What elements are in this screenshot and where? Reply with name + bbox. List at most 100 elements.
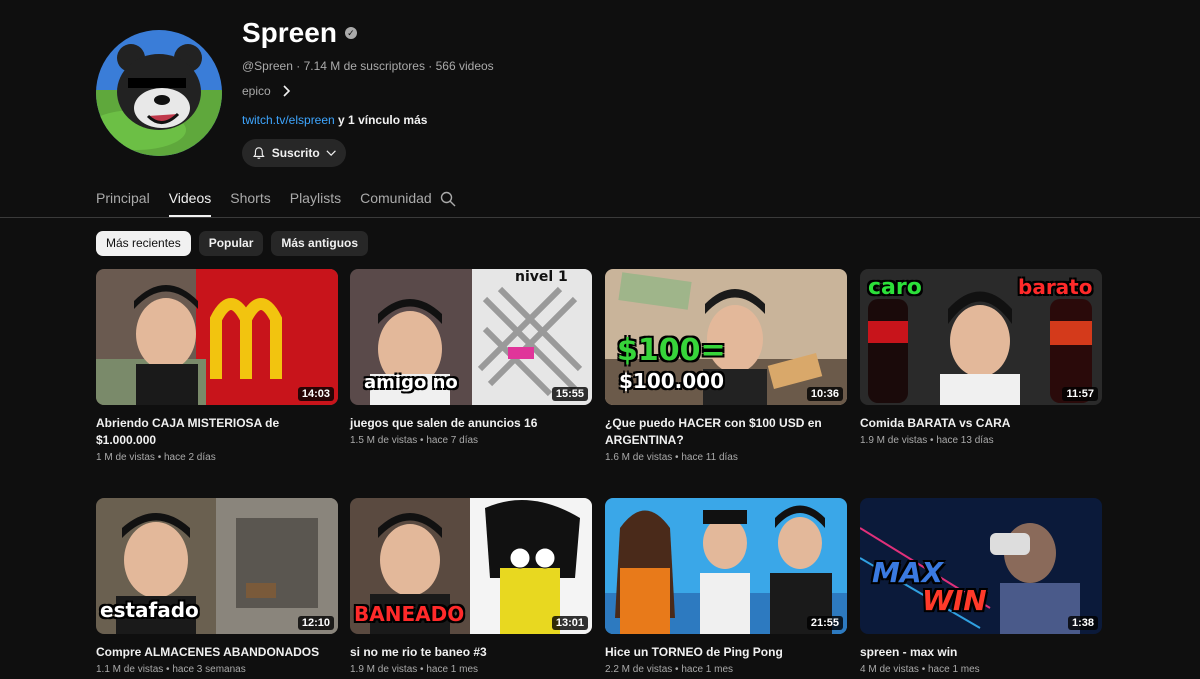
tab-shorts[interactable]: Shorts <box>230 188 270 218</box>
video-title[interactable]: Hice un TORNEO de Ping Pong <box>605 644 847 661</box>
video-views: 1.5 M de vistas <box>350 435 418 446</box>
video-duration: 12:10 <box>297 616 334 630</box>
twitch-link[interactable]: twitch.tv/elspreen <box>242 113 335 127</box>
channel-avatar[interactable] <box>96 30 222 156</box>
chip-popular[interactable]: Popular <box>198 231 264 256</box>
search-icon[interactable] <box>440 191 456 207</box>
video-card[interactable]: MAX WIN 1:38 spreen - max win 4 M de vis… <box>860 498 1102 675</box>
chip-most-recent[interactable]: Más recientes <box>96 231 191 256</box>
channel-handle: @Spreen <box>242 59 293 73</box>
meta-separator: • <box>417 664 427 675</box>
video-age: hace 1 mes <box>927 664 980 675</box>
video-meta: 2.2 M de vistas • hace 1 mes <box>605 664 847 675</box>
video-thumbnail[interactable]: amigo no nivel 1 15:55 <box>350 269 592 405</box>
video-meta: 1.1 M de vistas • hace 3 semanas <box>96 664 338 675</box>
chip-oldest[interactable]: Más antiguos <box>271 231 369 256</box>
tab-principal[interactable]: Principal <box>96 188 150 218</box>
video-title[interactable]: spreen - max win <box>860 644 1102 661</box>
video-card[interactable]: amigo no nivel 1 15:55 juegos que salen … <box>350 269 592 446</box>
video-card[interactable]: BANEADO 13:01 si no me rio te baneo #3 1… <box>350 498 592 675</box>
video-views: 1 M de vistas <box>96 452 155 463</box>
meta-separator: · <box>292 59 304 73</box>
video-meta: 1.9 M de vistas • hace 1 mes <box>350 664 592 675</box>
meta-separator: • <box>672 452 682 463</box>
video-age: hace 11 días <box>681 452 738 463</box>
video-thumbnail[interactable]: $100= $100.000 10:36 <box>605 269 847 405</box>
thumbnail-text: BANEADO <box>354 602 465 626</box>
tab-comunidad[interactable]: Comunidad <box>360 188 432 218</box>
video-age: hace 1 mes <box>426 664 479 675</box>
video-thumbnail[interactable]: 21:55 <box>605 498 847 634</box>
video-title[interactable]: Abriendo CAJA MISTERIOSA de $1.000.000 <box>96 415 338 449</box>
video-card[interactable]: estafado 12:10 Compre ALMACENES ABANDONA… <box>96 498 338 675</box>
video-thumbnail[interactable]: BANEADO 13:01 <box>350 498 592 634</box>
tab-videos[interactable]: Videos <box>168 188 211 218</box>
video-meta: 1 M de vistas • hace 2 días <box>96 452 338 463</box>
video-views: 1.1 M de vistas <box>96 664 164 675</box>
tabs-divider <box>0 217 1200 218</box>
subscribed-label: Suscrito <box>271 146 320 160</box>
meta-separator: · <box>424 59 436 73</box>
video-title[interactable]: juegos que salen de anuncios 16 <box>350 415 592 432</box>
thumbnail-text: $100.000 <box>619 369 725 393</box>
channel-tabs: Principal Videos Shorts Playlists Comuni… <box>96 188 451 218</box>
video-title[interactable]: ¿Que puedo HACER con $100 USD en ARGENTI… <box>605 415 847 449</box>
meta-separator: • <box>672 664 682 675</box>
video-age: hace 2 días <box>163 452 216 463</box>
subscriber-count: 7.14 M de suscriptores <box>303 59 425 73</box>
video-views: 4 M de vistas <box>860 664 919 675</box>
video-age: hace 1 mes <box>681 664 734 675</box>
video-duration: 11:57 <box>1062 387 1098 401</box>
meta-separator: • <box>927 435 937 446</box>
video-title[interactable]: Comida BARATA vs CARA <box>860 415 1102 432</box>
sort-chips: Más recientes Popular Más antiguos <box>96 231 369 256</box>
channel-meta: @Spreen · 7.14 M de suscriptores · 566 v… <box>242 59 494 73</box>
thumbnail-text: $100= <box>617 333 726 368</box>
video-duration: 10:36 <box>806 387 843 401</box>
channel-description-text: epico <box>242 84 271 98</box>
thumbnail-text: nivel 1 <box>515 269 568 285</box>
video-card[interactable]: $100= $100.000 10:36 ¿Que puedo HACER co… <box>605 269 847 463</box>
tab-playlists[interactable]: Playlists <box>290 188 341 218</box>
meta-separator: • <box>417 435 427 446</box>
video-duration: 13:01 <box>551 616 588 630</box>
video-views: 1.9 M de vistas <box>350 664 418 675</box>
more-links[interactable]: y 1 vínculo más <box>335 113 427 127</box>
meta-separator: • <box>918 664 928 675</box>
video-age: hace 13 días <box>936 435 994 446</box>
video-title[interactable]: si no me rio te baneo #3 <box>350 644 592 661</box>
video-duration: 1:38 <box>1067 616 1098 630</box>
channel-name-text: Spreen <box>242 17 337 48</box>
channel-description[interactable]: epico <box>242 84 291 98</box>
channel-links: twitch.tv/elspreen y 1 vínculo más <box>242 113 427 127</box>
video-card[interactable]: 14:03 Abriendo CAJA MISTERIOSA de $1.000… <box>96 269 338 463</box>
video-title[interactable]: Compre ALMACENES ABANDONADOS <box>96 644 338 661</box>
chevron-right-icon <box>283 85 290 97</box>
video-duration: 14:03 <box>297 387 334 401</box>
thumbnail-text: amigo no <box>364 372 458 393</box>
meta-separator: • <box>154 452 164 463</box>
video-card[interactable]: caro barato 11:57 Comida BARATA vs CARA … <box>860 269 1102 446</box>
video-meta: 1.6 M de vistas • hace 11 días <box>605 452 847 463</box>
video-thumbnail[interactable]: estafado 12:10 <box>96 498 338 634</box>
thumbnail-text: estafado <box>100 598 199 622</box>
thumbnail-text: WIN <box>922 584 987 617</box>
bell-icon <box>253 147 265 159</box>
video-views: 2.2 M de vistas <box>605 664 673 675</box>
video-thumbnail[interactable]: MAX WIN 1:38 <box>860 498 1102 634</box>
video-card[interactable]: 21:55 Hice un TORNEO de Ping Pong 2.2 M … <box>605 498 847 675</box>
video-views: 1.9 M de vistas <box>860 435 928 446</box>
meta-separator: • <box>163 664 173 675</box>
channel-name: Spreen ✓ <box>242 17 357 49</box>
video-meta: 4 M de vistas • hace 1 mes <box>860 664 1102 675</box>
video-thumbnail[interactable]: caro barato 11:57 <box>860 269 1102 405</box>
subscribed-button[interactable]: Suscrito <box>242 139 346 167</box>
video-meta: 1.5 M de vistas • hace 7 días <box>350 435 592 446</box>
thumbnail-text: caro <box>868 275 922 300</box>
thumbnail-text: barato <box>1018 275 1093 299</box>
video-age: hace 3 semanas <box>172 664 246 675</box>
video-thumbnail[interactable]: 14:03 <box>96 269 338 405</box>
verified-badge-icon: ✓ <box>344 27 357 39</box>
chevron-down-icon <box>326 150 336 156</box>
video-duration: 21:55 <box>806 616 843 630</box>
